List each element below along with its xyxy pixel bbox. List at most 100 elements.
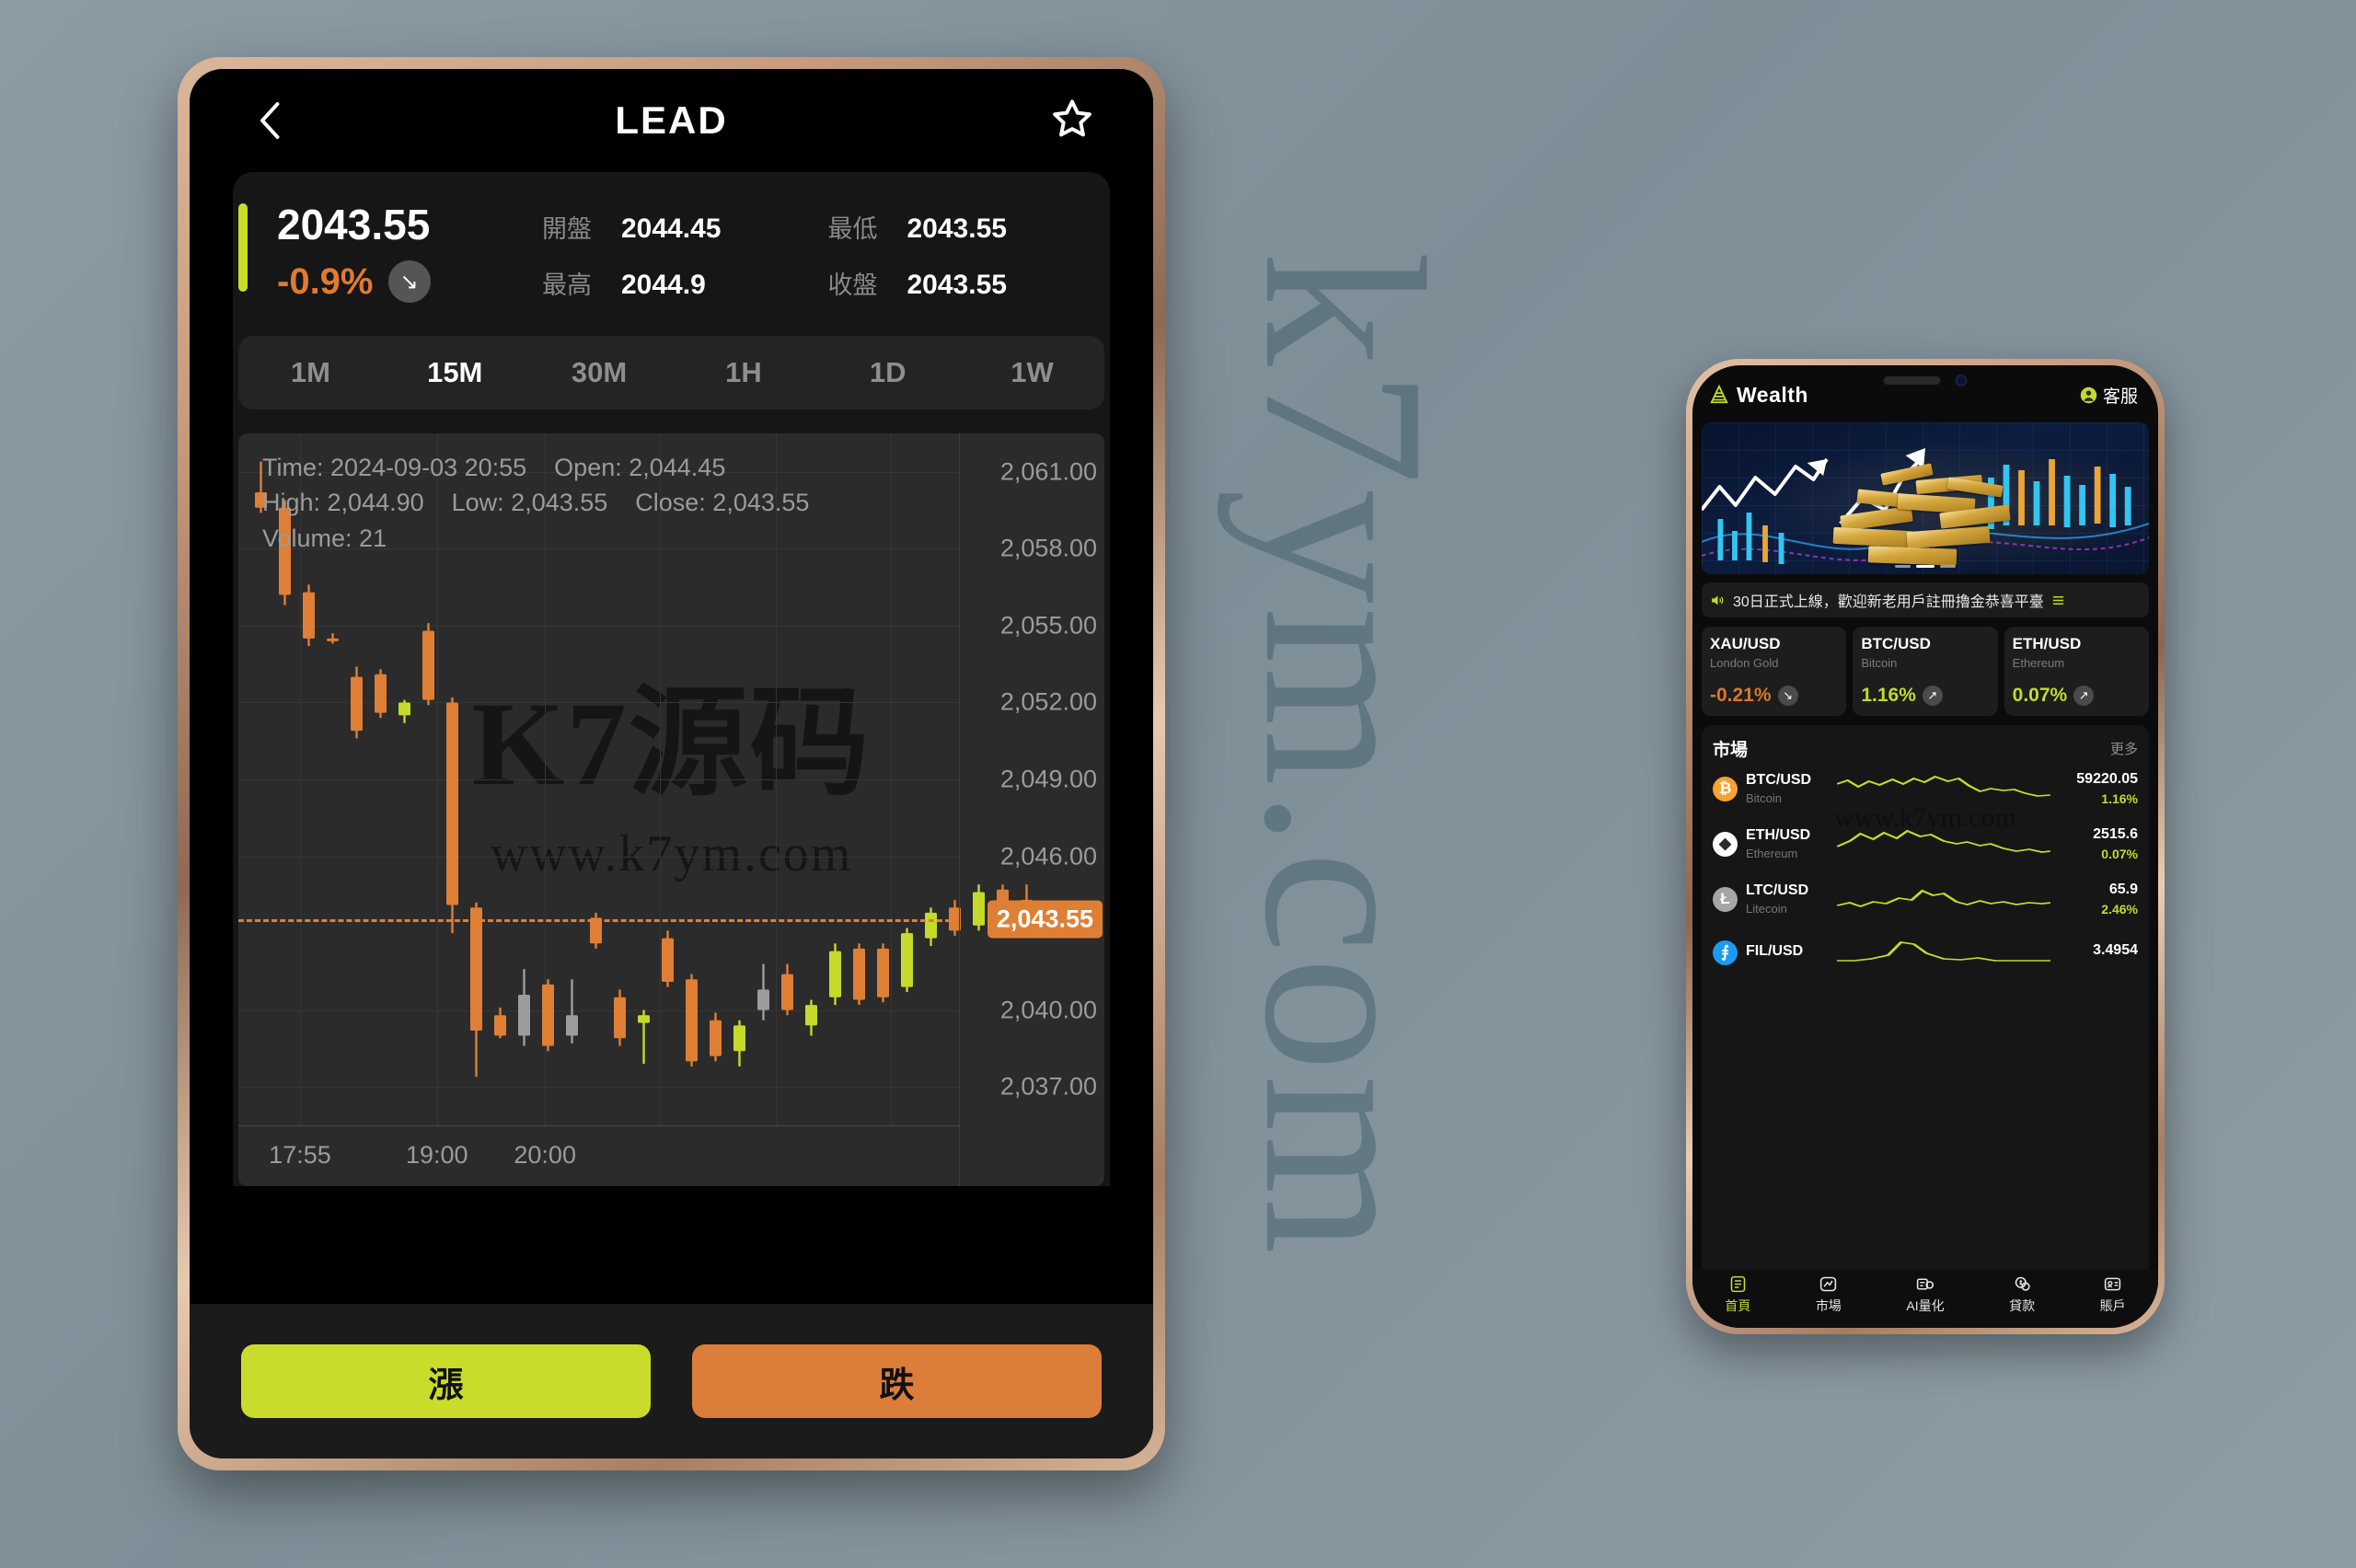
nav-item-market[interactable]: 市場: [1816, 1274, 1842, 1315]
ohlc-tooltip: Time: 2024-09-03 20:55 Open: 2,044.45 Hi…: [262, 450, 809, 556]
nav-label: 首頁: [1725, 1298, 1751, 1313]
ticker-pct: 1.16%: [1861, 685, 1916, 706]
favorite-button[interactable]: [1043, 91, 1102, 150]
stat-label: 最低: [827, 215, 878, 243]
market-icon: [1820, 1276, 1837, 1292]
candle-body: [351, 676, 363, 732]
stat-label: 收盤: [827, 271, 878, 299]
announcement-marquee[interactable]: 30日正式上線，歡迎新老用戶註冊擼金恭喜平臺: [1702, 582, 2149, 617]
nav-item-account[interactable]: 賬戶: [2100, 1274, 2126, 1315]
ticker-card-btcusd[interactable]: BTC/USD Bitcoin 1.16% ↗: [1853, 627, 1998, 716]
y-axis-tick: 2,040.00: [999, 996, 1097, 1024]
tab-15m[interactable]: 15M: [383, 356, 527, 389]
hero-banner[interactable]: [1702, 422, 2149, 574]
customer-service-label: 客服: [2102, 386, 2138, 407]
quote-left: 2043.55 -0.9% ↘: [238, 203, 542, 303]
candle-body: [781, 974, 793, 1010]
market-row-names: BTC/USD Bitcoin: [1746, 772, 1829, 805]
ticker-card-xauusd[interactable]: XAU/USD London Gold -0.21% ↘: [1702, 627, 1847, 716]
stat-high: 最高 2044.9: [542, 265, 819, 301]
tab-30m[interactable]: 30M: [527, 356, 672, 389]
market-more-link[interactable]: 更多: [2110, 739, 2138, 758]
tab-1m[interactable]: 1M: [238, 356, 383, 389]
bottom-navigation: 首頁 市場 AI量化 貸款 賬戶: [1692, 1269, 2158, 1328]
market-row-eth[interactable]: ◆ ETH/USD Ethereum 2515.6 0.07%: [1713, 816, 2138, 871]
tablet-screen: LEAD 2043.55 -0.9% ↘ 開盤 2044.45 最低 2043.…: [190, 69, 1153, 1458]
market-title: 市場: [1713, 741, 1749, 760]
tab-1w[interactable]: 1W: [960, 356, 1104, 389]
tab-1h[interactable]: 1H: [671, 356, 815, 389]
candle-body: [446, 702, 458, 905]
market-symbol: FIL/USD: [1746, 942, 1804, 959]
stat-label: 最高: [542, 271, 592, 299]
speaker-grille-icon: [1883, 376, 1941, 385]
ticker-pct: 0.07%: [2012, 685, 2068, 706]
price-change-pct: -0.9%: [277, 260, 374, 302]
home-icon: [1730, 1275, 1746, 1293]
candlestick-chart[interactable]: K7源码 www.k7ym.com Time: 2024-09-03 20:55…: [238, 433, 1104, 1186]
nav-label: AI量化: [1906, 1298, 1945, 1313]
pyramid-logo-icon: [1710, 385, 1728, 404]
account-icon: [2105, 1277, 2121, 1291]
buy-up-button[interactable]: 漲: [241, 1344, 651, 1418]
ticker-symbol: BTC/USD: [1861, 635, 1931, 652]
y-axis-tick: 2,049.00: [999, 765, 1097, 793]
customer-service-button[interactable]: 客服: [2080, 383, 2138, 408]
brand-name: Wealth: [1737, 382, 1808, 407]
market-name: Bitcoin: [1746, 791, 1783, 805]
sell-down-button[interactable]: 跌: [692, 1344, 1102, 1418]
phone-header: Wealth 客服: [1692, 365, 2158, 417]
candle-body: [542, 984, 554, 1046]
back-button[interactable]: [241, 91, 300, 150]
market-name: Ethereum: [1746, 847, 1798, 860]
stat-close: 收盤 2043.55: [828, 265, 1105, 301]
brand-logo[interactable]: Wealth: [1709, 383, 1808, 408]
nav-item-loan[interactable]: 貸款: [2009, 1274, 2035, 1315]
carousel-dot[interactable]: [1895, 565, 1911, 568]
ticker-symbol: ETH/USD: [2012, 635, 2082, 652]
carousel-dot-active[interactable]: [1916, 565, 1934, 568]
stat-low: 最低 2043.55: [828, 209, 1105, 245]
candle-body: [710, 1020, 722, 1056]
market-row-fil[interactable]: ⨎ FIL/USD 3.4954: [1713, 927, 2138, 978]
nav-item-ai-quant[interactable]: AI量化: [1906, 1274, 1945, 1315]
market-price: 3.4954: [2093, 942, 2138, 958]
market-symbol: BTC/USD: [1746, 772, 1812, 788]
stat-value: 2043.55: [907, 270, 1007, 300]
carousel-dots[interactable]: [1895, 565, 1956, 568]
candle-body: [470, 907, 482, 1031]
ticker-name: Ethereum: [2012, 656, 2065, 670]
stat-open: 開盤 2044.45: [542, 209, 819, 245]
ticker-name: London Gold: [1710, 656, 1779, 670]
candle-body: [877, 948, 889, 997]
y-axis-tick: 2,037.00: [999, 1072, 1097, 1101]
candle-body: [518, 994, 530, 1036]
y-axis: 2,061.00 2,058.00 2,055.00 2,052.00 2,049.00…: [959, 433, 1104, 1186]
tab-1d[interactable]: 1D: [815, 356, 960, 389]
market-price: 2515.6: [2093, 826, 2138, 842]
market-pct: 0.07%: [2101, 847, 2138, 861]
page-title: LEAD: [615, 98, 728, 142]
market-row-ltc[interactable]: Ł LTC/USD Litecoin 65.9 2.46%: [1713, 871, 2138, 927]
current-price-tag: 2,043.55: [987, 900, 1103, 939]
carousel-dot[interactable]: [1940, 565, 1956, 568]
ticker-card-ethusd[interactable]: ETH/USD Ethereum 0.07% ↗: [2004, 627, 2149, 716]
market-row-btc[interactable]: ₿ BTC/USD Bitcoin 59220.05 1.16%: [1713, 761, 2138, 816]
candle-body: [805, 1005, 817, 1026]
market-row-names: LTC/USD Litecoin: [1746, 882, 1829, 916]
arrow-up-right-icon: ↗: [1922, 686, 1943, 706]
stat-value: 2044.45: [621, 213, 722, 244]
candle-body: [662, 938, 674, 983]
stat-value: 2044.9: [621, 270, 706, 300]
market-row-values: 59220.05 1.16%: [2059, 771, 2138, 806]
list-icon[interactable]: [2051, 594, 2065, 607]
stat-label: 開盤: [542, 215, 592, 243]
star-outline-icon: [1053, 99, 1091, 137]
ohlc-line-1: Time: 2024-09-03 20:55 Open: 2,044.45: [262, 454, 726, 481]
candle-body: [422, 630, 434, 700]
ai-quant-icon: [1917, 1278, 1934, 1290]
market-price: 59220.05: [2076, 771, 2138, 787]
ohlc-line-3: Volume: 21: [262, 524, 387, 552]
candle-body: [638, 1015, 650, 1023]
nav-item-home[interactable]: 首頁: [1725, 1274, 1750, 1315]
